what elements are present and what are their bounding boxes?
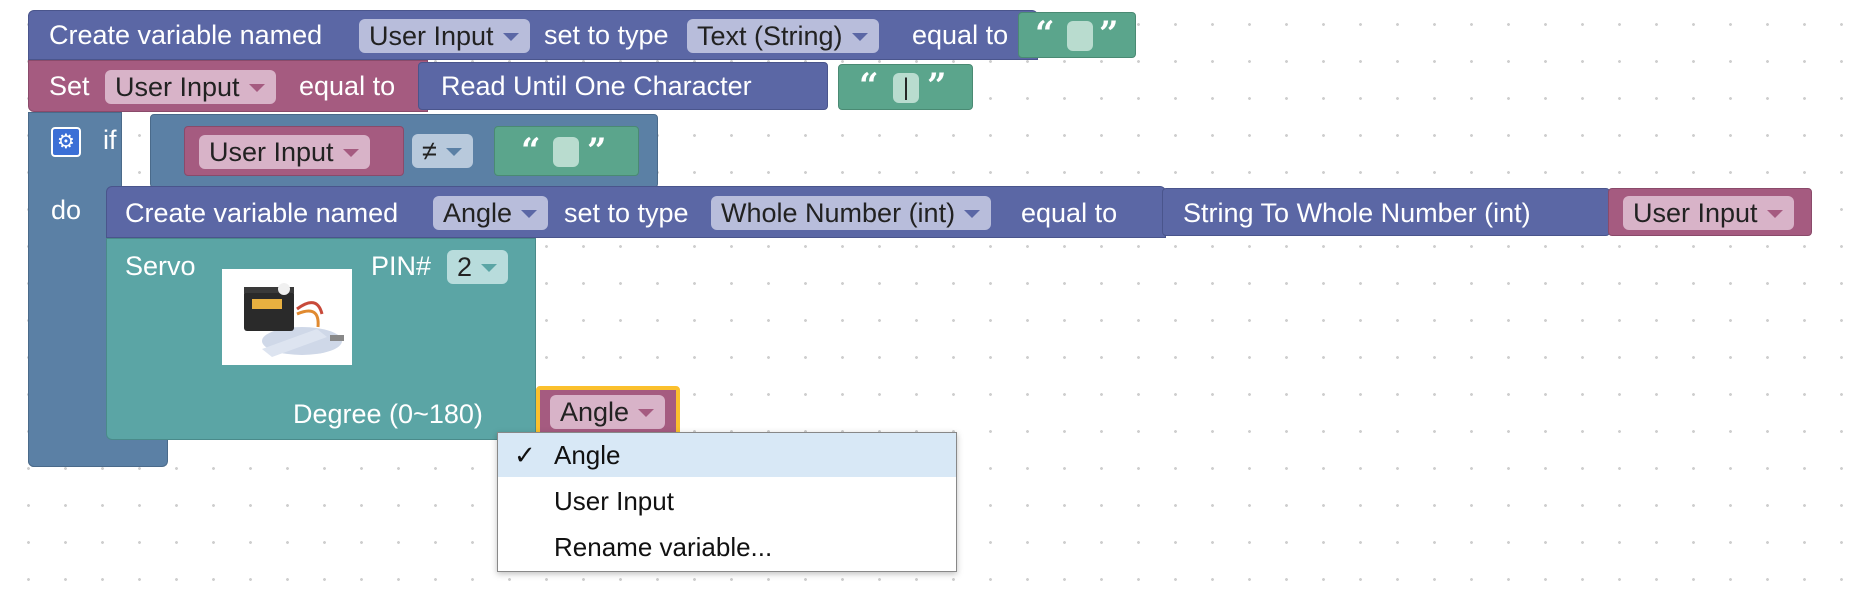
menu-item-user-input[interactable]: User Input <box>498 479 956 523</box>
set-variable-value: User Input <box>115 72 240 102</box>
chevron-down-icon <box>521 210 538 218</box>
chevron-down-icon <box>964 210 981 218</box>
chevron-down-icon <box>342 149 359 157</box>
variable-name-value: Angle <box>443 198 513 228</box>
gear-icon[interactable]: ⚙ <box>51 127 81 157</box>
type-dropdown[interactable]: Whole Number (int) <box>711 196 992 230</box>
set-variable-block[interactable]: Set User Input equal to <box>28 60 428 112</box>
argument-variable-dropdown[interactable]: User Input <box>1623 196 1794 230</box>
condition-variable-block[interactable]: User Input <box>184 126 404 176</box>
chevron-down-icon <box>481 264 498 272</box>
servo-motor-icon <box>244 283 344 357</box>
set-to-type-label: set to type <box>564 198 689 228</box>
operator-value: ≠ <box>422 136 437 166</box>
equal-to-label: equal to <box>1021 198 1118 228</box>
compare-text-input[interactable] <box>553 137 579 167</box>
if-label: if <box>103 125 117 155</box>
type-value: Whole Number (int) <box>721 198 956 228</box>
equal-to-label: equal to <box>912 20 1009 50</box>
checkmark-icon: ✓ <box>514 440 536 470</box>
menu-item-label: User Input <box>554 486 674 516</box>
angle-variable-block[interactable]: Angle <box>536 386 680 438</box>
variable-name-dropdown[interactable]: Angle <box>433 196 549 230</box>
string-to-int-block[interactable]: String To Whole Number (int) <box>1162 188 1610 236</box>
pin-dropdown[interactable]: 2 <box>447 250 509 284</box>
variable-dropdown-menu: ✓ Angle User Input Rename variable... <box>497 432 957 572</box>
read-until-block[interactable]: Read Until One Character <box>418 62 828 110</box>
variable-name-dropdown[interactable]: User Input <box>359 19 530 53</box>
set-label: Set <box>49 71 90 101</box>
angle-variable-dropdown[interactable]: Angle <box>550 395 666 429</box>
open-quote-icon: “ <box>1035 14 1055 54</box>
type-value: Text (String) <box>697 21 843 51</box>
argument-variable-block[interactable]: User Input <box>1608 188 1812 236</box>
degree-label: Degree (0~180) <box>293 399 483 429</box>
set-variable-dropdown[interactable]: User Input <box>105 70 276 104</box>
condition-variable-value: User Input <box>209 137 334 167</box>
chevron-down-icon <box>248 84 265 92</box>
text-input[interactable] <box>1067 21 1093 51</box>
chevron-down-icon <box>502 33 519 41</box>
servo-block[interactable]: Servo PIN# 2 Degree (0~180) <box>106 238 536 440</box>
servo-title: Servo <box>125 251 196 281</box>
if-block-bottom <box>28 437 168 467</box>
set-to-type-label: set to type <box>544 20 669 50</box>
menu-item-label: Rename variable... <box>554 532 773 562</box>
do-label: do <box>51 195 82 225</box>
operator-dropdown[interactable]: ≠ <box>412 134 473 168</box>
char-input[interactable]: | <box>893 73 919 103</box>
angle-variable-value: Angle <box>560 397 630 427</box>
argument-variable-value: User Input <box>1633 198 1758 228</box>
pin-label: PIN# <box>371 251 432 281</box>
menu-item-label: Angle <box>554 440 621 470</box>
create-variable-label: Create variable named <box>49 20 323 50</box>
set-equal-to-label: equal to <box>299 71 396 101</box>
menu-item-angle[interactable]: ✓ Angle <box>498 433 956 477</box>
chevron-down-icon <box>851 33 868 41</box>
close-quote-icon: ” <box>927 66 947 106</box>
variable-name-value: User Input <box>369 21 494 51</box>
chevron-down-icon <box>638 409 655 417</box>
pin-value: 2 <box>457 252 473 282</box>
create-variable-block-angle[interactable]: Create variable named Angle set to type … <box>106 186 1166 238</box>
open-quote-icon: “ <box>521 131 541 171</box>
create-variable-block-user-input[interactable]: Create variable named User Input set to … <box>28 10 1038 60</box>
char-literal-block[interactable]: “ | ” <box>838 64 973 110</box>
close-quote-icon: ” <box>1099 14 1119 54</box>
condition-variable-dropdown[interactable]: User Input <box>199 135 370 169</box>
chevron-down-icon <box>445 148 462 156</box>
menu-item-rename-variable[interactable]: Rename variable... <box>498 525 956 569</box>
type-dropdown[interactable]: Text (String) <box>687 19 879 53</box>
close-quote-icon: ” <box>587 131 607 171</box>
open-quote-icon: “ <box>859 66 879 106</box>
create-variable-label: Create variable named <box>125 198 399 228</box>
compare-text-block[interactable]: “ ” <box>494 126 639 176</box>
read-until-label: Read Until One Character <box>441 71 752 101</box>
chevron-down-icon <box>1766 210 1783 218</box>
servo-image <box>222 269 352 365</box>
char-value: | <box>902 74 910 101</box>
text-literal-block[interactable]: “ ” <box>1018 12 1136 58</box>
string-to-int-label: String To Whole Number (int) <box>1183 198 1531 228</box>
